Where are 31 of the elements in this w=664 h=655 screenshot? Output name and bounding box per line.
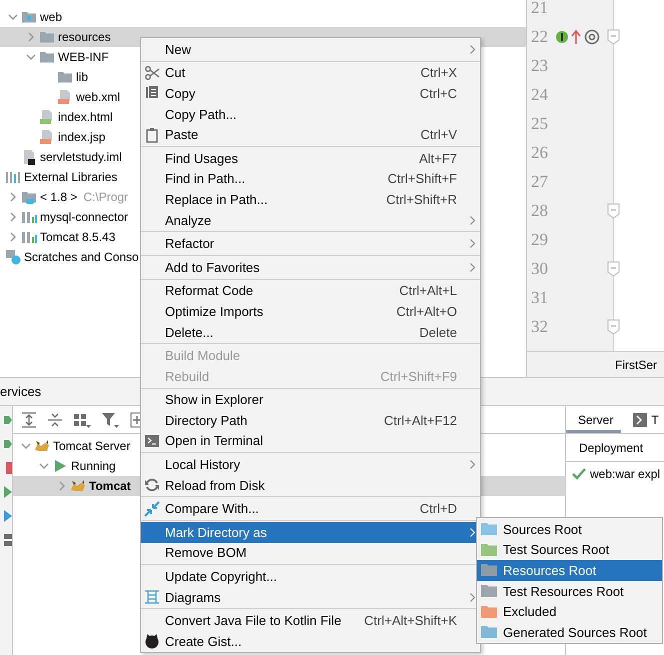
item-label: mysql-connector — [40, 210, 128, 224]
item-label: Tomcat 8.5.43 — [40, 230, 116, 244]
line-number: 30 — [531, 258, 548, 278]
item-label: web — [40, 10, 62, 24]
line-number: 23 — [531, 56, 548, 76]
line-number: 28 — [531, 200, 548, 220]
line-number: 22 — [531, 26, 548, 46]
item-label: WEB-INF — [58, 50, 109, 64]
item-label: < 1.8 > — [40, 190, 78, 204]
line-number: 25 — [531, 114, 548, 134]
column-header: Deployment — [579, 440, 644, 454]
item-label: servletstudy.iml — [40, 150, 122, 164]
line-number: 21 — [531, 0, 548, 18]
item-label: resources — [58, 30, 111, 44]
item-label: Tomcat — [89, 479, 131, 493]
item-label: External Libraries — [24, 170, 118, 184]
item-label: web.xml — [76, 90, 120, 104]
line-number: 31 — [531, 288, 548, 308]
line-number: 32 — [531, 316, 548, 336]
line-number: 26 — [531, 142, 548, 162]
panel-title: ervices — [0, 384, 42, 399]
item-label: Running — [71, 459, 116, 473]
item-label: Scratches and Conso — [24, 250, 139, 264]
item-label: lib — [76, 70, 88, 84]
item-label: index.jsp — [58, 130, 106, 144]
item-label: Tomcat Server — [53, 439, 130, 453]
line-number: 24 — [531, 84, 548, 104]
line-number: 27 — [531, 172, 548, 192]
item-label: index.html — [58, 110, 113, 124]
item-path: C:\Progr — [83, 190, 128, 204]
line-number: 29 — [531, 230, 548, 250]
